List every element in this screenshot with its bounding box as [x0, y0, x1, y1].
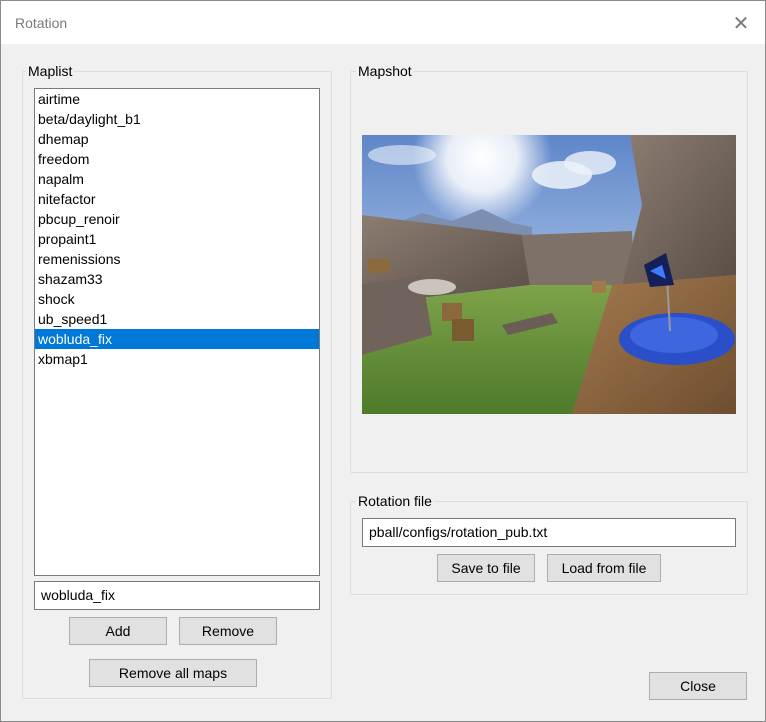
load-from-file-button[interactable]: Load from file	[547, 554, 661, 582]
save-to-file-button[interactable]: Save to file	[437, 554, 535, 582]
list-item[interactable]: beta/daylight_b1	[35, 109, 319, 129]
mapshot-group-label: Mapshot	[356, 63, 414, 79]
title-bar: Rotation ✕	[1, 1, 765, 44]
list-item[interactable]: airtime	[35, 89, 319, 109]
close-icon[interactable]: ✕	[726, 11, 756, 37]
list-item[interactable]: propaint1	[35, 229, 319, 249]
list-item[interactable]: nitefactor	[35, 189, 319, 209]
close-button[interactable]: Close	[649, 672, 747, 700]
rotation-file-group-label: Rotation file	[356, 493, 434, 509]
window-title: Rotation	[15, 15, 68, 31]
list-item[interactable]: ub_speed1	[35, 309, 319, 329]
map-preview-image	[362, 135, 736, 414]
rotation-dialog: Rotation ✕ Maplist airtime beta/daylight_…	[0, 0, 766, 722]
list-item[interactable]: shazam33	[35, 269, 319, 289]
add-button[interactable]: Add	[69, 617, 167, 645]
remove-button[interactable]: Remove	[179, 617, 277, 645]
maplist-group-label: Maplist	[26, 63, 75, 79]
list-item[interactable]: remenissions	[35, 249, 319, 269]
list-item[interactable]: xbmap1	[35, 349, 319, 369]
list-item[interactable]: wobluda_fix	[35, 329, 319, 349]
list-item[interactable]: freedom	[35, 149, 319, 169]
list-item[interactable]: dhemap	[35, 129, 319, 149]
list-item[interactable]: pbcup_renoir	[35, 209, 319, 229]
list-item[interactable]: napalm	[35, 169, 319, 189]
rotation-file-path-input[interactable]: pball/configs/rotation_pub.txt	[362, 518, 736, 547]
maplist-listbox[interactable]: airtime beta/daylight_b1 dhemap freedom napa…	[34, 88, 320, 576]
remove-all-maps-button[interactable]: Remove all maps	[89, 659, 257, 687]
map-name-input[interactable]: wobluda_fix	[34, 581, 320, 610]
list-item[interactable]: shock	[35, 289, 319, 309]
